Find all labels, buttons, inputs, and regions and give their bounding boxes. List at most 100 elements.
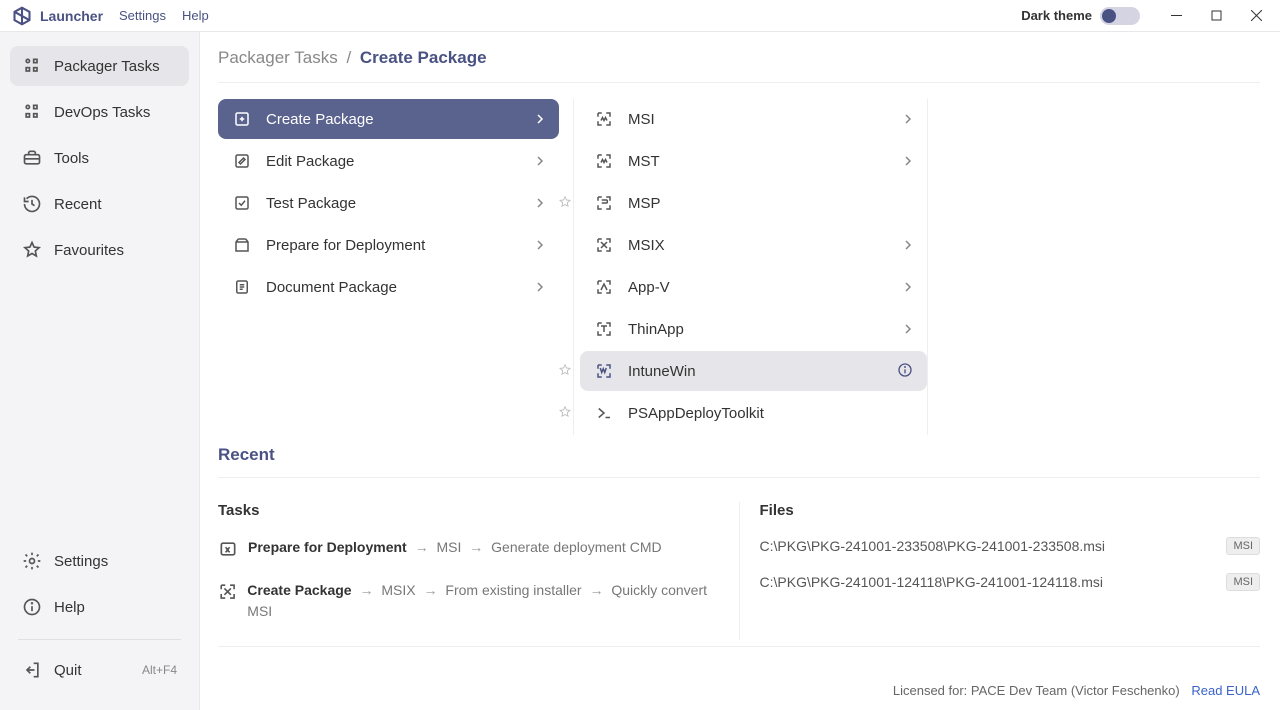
task-label: PSAppDeployToolkit	[628, 405, 764, 422]
info-icon	[22, 597, 42, 617]
task-prepare-deployment[interactable]: Prepare for Deployment	[218, 225, 559, 265]
recent-task-step: MSI	[437, 539, 462, 555]
read-eula-link[interactable]: Read EULA	[1191, 683, 1260, 698]
chevron-right-icon	[903, 321, 913, 337]
star-icon[interactable]	[558, 195, 572, 212]
app-logo-icon	[12, 6, 32, 26]
star-icon[interactable]	[558, 363, 572, 380]
recent-task-main: Prepare for Deployment	[248, 539, 407, 555]
msp-icon	[594, 193, 614, 213]
recent-section-title: Recent	[218, 445, 1260, 478]
chevron-right-icon	[903, 237, 913, 253]
dark-theme-toggle[interactable]	[1100, 7, 1140, 25]
breadcrumb-root[interactable]: Packager Tasks	[218, 48, 338, 67]
packager-icon	[22, 56, 42, 76]
devops-icon	[22, 102, 42, 122]
task-msix[interactable]: MSIX	[580, 225, 927, 265]
sidebar-item-settings[interactable]: Settings	[10, 541, 189, 581]
recent-task-row[interactable]: Create Package → MSIX → From existing in…	[218, 580, 719, 622]
sidebar-item-label: Settings	[54, 553, 108, 570]
chevron-right-icon	[535, 237, 545, 253]
deploy-icon	[218, 539, 238, 562]
quit-icon	[22, 660, 42, 680]
task-create-package[interactable]: Create Package	[218, 99, 559, 139]
task-column-primary: Create Package Edit Package Test Package…	[218, 99, 573, 435]
test-icon	[232, 193, 252, 213]
recent-files-column: Files C:\PKG\PKG-241001-233508\PKG-24100…	[740, 502, 1261, 640]
task-label: MSI	[628, 111, 655, 128]
sidebar-item-label: Recent	[54, 196, 102, 213]
menu-settings[interactable]: Settings	[119, 8, 166, 23]
recent-file-row[interactable]: C:\PKG\PKG-241001-124118\PKG-241001-1241…	[760, 573, 1261, 591]
thinapp-icon	[594, 319, 614, 339]
ps-icon	[594, 403, 614, 423]
chevron-right-icon	[903, 111, 913, 127]
info-icon[interactable]	[897, 362, 913, 381]
task-edit-package[interactable]: Edit Package	[218, 141, 559, 181]
chevron-right-icon	[535, 111, 545, 127]
recent-task-step: From existing installer	[445, 582, 581, 598]
task-column-format: MSI MST MSP MSIX	[573, 99, 928, 435]
sidebar-item-help[interactable]: Help	[10, 587, 189, 627]
task-appv[interactable]: App-V	[580, 267, 927, 307]
task-label: Prepare for Deployment	[266, 237, 425, 254]
sidebar-item-label: Packager Tasks	[54, 58, 160, 75]
file-type-badge: MSI	[1226, 573, 1260, 591]
task-label: Create Package	[266, 111, 374, 128]
task-intunewin[interactable]: IntuneWin	[580, 351, 927, 391]
sidebar-item-label: Quit	[54, 662, 82, 679]
task-label: Document Package	[266, 279, 397, 296]
task-label: MSP	[628, 195, 661, 212]
file-path: C:\PKG\PKG-241001-233508\PKG-241001-2335…	[760, 538, 1106, 554]
sidebar-item-tools[interactable]: Tools	[10, 138, 189, 178]
appv-icon	[594, 277, 614, 297]
minimize-button[interactable]	[1156, 2, 1196, 30]
edit-icon	[232, 151, 252, 171]
gear-icon	[22, 551, 42, 571]
task-thinapp[interactable]: ThinApp	[580, 309, 927, 349]
close-button[interactable]	[1236, 2, 1276, 30]
create-package-icon	[232, 109, 252, 129]
task-psappdeploytoolkit[interactable]: PSAppDeployToolkit	[580, 393, 927, 433]
task-label: ThinApp	[628, 321, 684, 338]
recent-file-row[interactable]: C:\PKG\PKG-241001-233508\PKG-241001-2335…	[760, 537, 1261, 555]
sidebar: Packager Tasks DevOps Tasks Tools Recent…	[0, 32, 200, 710]
recent-task-row[interactable]: Prepare for Deployment → MSI → Generate …	[218, 537, 719, 562]
recent-files-header: Files	[760, 502, 1261, 519]
chevron-right-icon	[903, 279, 913, 295]
task-label: Test Package	[266, 195, 356, 212]
sidebar-item-packager-tasks[interactable]: Packager Tasks	[10, 46, 189, 86]
quit-shortcut: Alt+F4	[142, 663, 177, 677]
msi-icon	[594, 109, 614, 129]
chevron-right-icon	[535, 195, 545, 211]
task-msi[interactable]: MSI	[580, 99, 927, 139]
maximize-button[interactable]	[1196, 2, 1236, 30]
sidebar-item-label: Favourites	[54, 242, 124, 259]
sidebar-item-label: DevOps Tasks	[54, 104, 150, 121]
task-document-package[interactable]: Document Package	[218, 267, 559, 307]
task-msp[interactable]: MSP	[580, 183, 927, 223]
recent-tasks-column: Tasks Prepare for Deployment → MSI → Gen…	[218, 502, 740, 640]
task-label: MST	[628, 153, 660, 170]
sidebar-item-favourites[interactable]: Favourites	[10, 230, 189, 270]
toolbox-icon	[22, 148, 42, 168]
recent-task-step: Generate deployment CMD	[491, 539, 661, 555]
sidebar-item-quit[interactable]: Quit Alt+F4	[10, 650, 189, 690]
sidebar-item-devops-tasks[interactable]: DevOps Tasks	[10, 92, 189, 132]
task-mst[interactable]: MST	[580, 141, 927, 181]
deploy-icon	[232, 235, 252, 255]
titlebar: Launcher Settings Help Dark theme	[0, 0, 1280, 32]
star-icon[interactable]	[558, 405, 572, 422]
breadcrumb: Packager Tasks / Create Package	[218, 48, 1260, 83]
recent-tasks-header: Tasks	[218, 502, 719, 519]
chevron-right-icon	[903, 153, 913, 169]
license-text: Licensed for: PACE Dev Team (Victor Fesc…	[893, 683, 1180, 698]
dark-theme-label: Dark theme	[1021, 8, 1092, 23]
menu-help[interactable]: Help	[182, 8, 209, 23]
file-path: C:\PKG\PKG-241001-124118\PKG-241001-1241…	[760, 574, 1103, 590]
breadcrumb-current: Create Package	[360, 48, 487, 67]
msix-icon	[594, 235, 614, 255]
sidebar-item-recent[interactable]: Recent	[10, 184, 189, 224]
task-test-package[interactable]: Test Package	[218, 183, 559, 223]
app-name: Launcher	[40, 8, 103, 24]
